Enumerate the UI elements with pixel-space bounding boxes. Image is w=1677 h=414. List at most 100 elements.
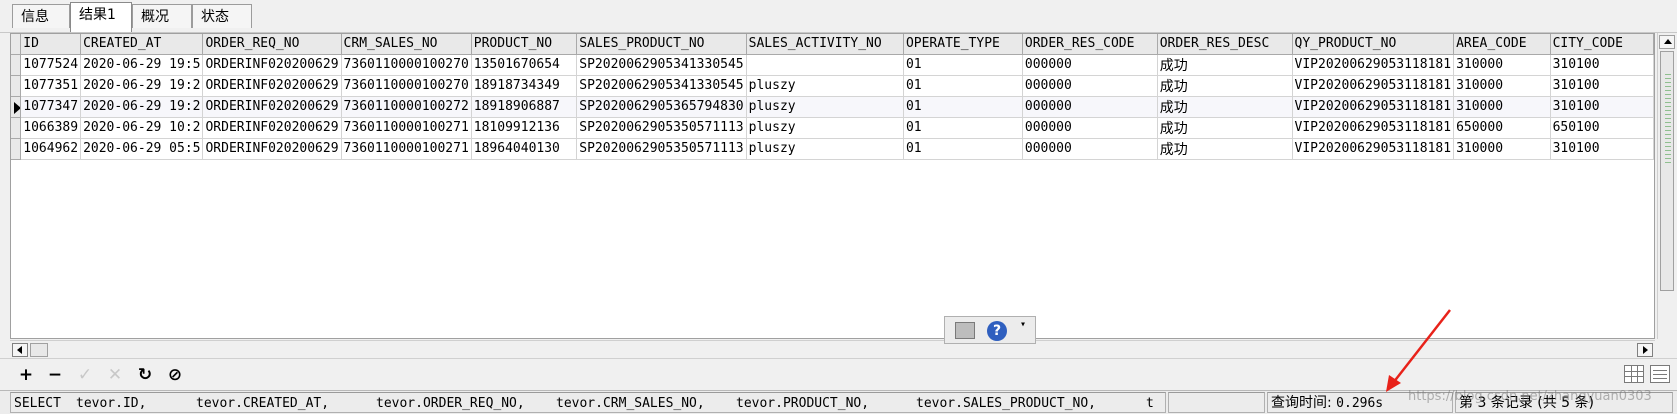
table-cell[interactable]: 310100	[1550, 75, 1654, 97]
table-cell[interactable]: 2020-06-29 19:5	[80, 54, 204, 76]
table-cell[interactable]: 000000	[1022, 117, 1158, 139]
printer-icon[interactable]	[955, 322, 975, 339]
table-row[interactable]: 1077347 2020-06-29 19:2 ORDERINF020200629 7…	[11, 96, 1654, 118]
table-cell[interactable]: 1077351	[20, 75, 82, 97]
help-icon[interactable]: ?	[987, 321, 1007, 341]
stop-icon[interactable]: ⊘	[165, 365, 185, 385]
grid-view-icon[interactable]	[1624, 365, 1644, 383]
table-cell[interactable]: 2020-06-29 05:5	[80, 138, 204, 160]
table-cell[interactable]: 01	[903, 96, 1023, 118]
table-row[interactable]: 1066389 2020-06-29 10:2 ORDERINF020200629 7…	[11, 117, 1654, 139]
table-cell[interactable]: 18109912136	[471, 117, 578, 139]
remove-icon[interactable]: −	[45, 365, 65, 385]
table-cell[interactable]: 000000	[1022, 138, 1158, 160]
table-cell[interactable]: SP2020062905350571113	[576, 138, 747, 160]
apply-icon[interactable]: ✓	[75, 365, 95, 385]
table-cell[interactable]: SP2020062905365794830	[576, 96, 747, 118]
column-header[interactable]: OPERATE_TYPE	[903, 34, 1023, 55]
table-cell[interactable]: 310100	[1550, 138, 1654, 160]
table-cell[interactable]: VIP20200629053118181	[1292, 75, 1455, 97]
table-cell[interactable]: VIP20200629053118181	[1292, 117, 1455, 139]
table-cell[interactable]: SP2020062905341330545	[576, 54, 747, 76]
table-cell[interactable]: 310100	[1550, 96, 1654, 118]
add-icon[interactable]: +	[16, 365, 36, 385]
table-cell[interactable]: SP2020062905341330545	[576, 75, 747, 97]
table-cell[interactable]: 18918734349	[471, 75, 578, 97]
tab-status[interactable]: 状态	[192, 4, 252, 28]
table-cell[interactable]: 310100	[1550, 54, 1654, 76]
table-cell[interactable]: 2020-06-29 19:2	[80, 75, 204, 97]
table-cell[interactable]: ORDERINF020200629	[202, 117, 342, 139]
table-cell[interactable]: 310000	[1453, 96, 1551, 118]
table-row[interactable]: 1064962 2020-06-29 05:5 ORDERINF020200629 7…	[11, 138, 1654, 160]
table-cell[interactable]: VIP20200629053118181	[1292, 96, 1455, 118]
column-header[interactable]: PRODUCT_NO	[471, 34, 578, 55]
table-cell[interactable]: 18918906887	[471, 96, 578, 118]
table-cell[interactable]: 01	[903, 75, 1023, 97]
table-cell[interactable]: SP2020062905350571113	[576, 117, 747, 139]
column-header[interactable]: AREA_CODE	[1453, 34, 1551, 55]
table-cell[interactable]: 01	[903, 138, 1023, 160]
table-cell[interactable]: 7360110000100271	[341, 117, 472, 139]
table-cell[interactable]: 成功	[1157, 117, 1293, 139]
horizontal-scrollbar[interactable]	[10, 340, 1655, 358]
form-view-icon[interactable]	[1650, 365, 1670, 383]
table-cell[interactable]: 000000	[1022, 54, 1158, 76]
table-cell[interactable]	[746, 54, 904, 76]
vertical-scrollbar[interactable]	[1657, 33, 1676, 339]
refresh-icon[interactable]: ↻	[135, 365, 155, 385]
row-header[interactable]	[11, 54, 22, 76]
table-cell[interactable]: 1064962	[20, 138, 82, 160]
table-cell[interactable]: ORDERINF020200629	[202, 54, 342, 76]
column-header[interactable]: ORDER_RES_CODE	[1022, 34, 1158, 55]
table-cell[interactable]: 310000	[1453, 54, 1551, 76]
table-row[interactable]: 1077524 2020-06-29 19:5 ORDERINF020200629 7…	[11, 54, 1654, 76]
table-cell[interactable]: 650000	[1453, 117, 1551, 139]
tab-info[interactable]: 信息	[12, 4, 70, 28]
table-cell[interactable]: 7360110000100270	[341, 54, 472, 76]
result-grid[interactable]: ID CREATED_AT ORDER_REQ_NO CRM_SALES_NO …	[10, 33, 1655, 339]
scroll-up-button[interactable]	[1659, 35, 1675, 49]
column-header[interactable]: SALES_ACTIVITY_NO	[746, 34, 904, 55]
table-cell[interactable]: ORDERINF020200629	[202, 75, 342, 97]
table-cell[interactable]: ORDERINF020200629	[202, 96, 342, 118]
discard-icon[interactable]: ✕	[105, 365, 125, 385]
table-cell[interactable]: 2020-06-29 10:2	[80, 117, 204, 139]
column-header[interactable]: ORDER_RES_DESC	[1157, 34, 1293, 55]
scroll-left-button[interactable]	[12, 343, 28, 357]
column-header[interactable]: ORDER_REQ_NO	[202, 34, 342, 55]
table-cell[interactable]: 2020-06-29 19:2	[80, 96, 204, 118]
column-header[interactable]: CITY_CODE	[1550, 34, 1654, 55]
tab-result1[interactable]: 结果1	[70, 2, 132, 32]
table-cell[interactable]: 7360110000100272	[341, 96, 472, 118]
table-cell[interactable]: 01	[903, 117, 1023, 139]
row-header[interactable]	[11, 117, 22, 139]
table-cell[interactable]: 13501670654	[471, 54, 578, 76]
table-cell[interactable]: 成功	[1157, 75, 1293, 97]
table-cell[interactable]: pluszy	[746, 96, 904, 118]
table-cell[interactable]: pluszy	[746, 117, 904, 139]
column-header[interactable]: SALES_PRODUCT_NO	[576, 34, 747, 55]
table-cell[interactable]: 310000	[1453, 138, 1551, 160]
table-cell[interactable]: 成功	[1157, 54, 1293, 76]
table-cell[interactable]: 01	[903, 54, 1023, 76]
table-cell[interactable]: 1077347	[20, 96, 82, 118]
table-cell[interactable]: 7360110000100271	[341, 138, 472, 160]
row-header[interactable]	[11, 138, 22, 160]
table-cell[interactable]: 成功	[1157, 96, 1293, 118]
table-cell[interactable]: ORDERINF020200629	[202, 138, 342, 160]
column-header[interactable]: QY_PRODUCT_NO	[1292, 34, 1455, 55]
table-cell[interactable]: VIP20200629053118181	[1292, 54, 1455, 76]
row-header[interactable]	[11, 75, 22, 97]
table-cell[interactable]: 18964040130	[471, 138, 578, 160]
table-cell[interactable]: 000000	[1022, 75, 1158, 97]
table-cell[interactable]: 成功	[1157, 138, 1293, 160]
table-cell[interactable]: 7360110000100270	[341, 75, 472, 97]
table-cell[interactable]: pluszy	[746, 75, 904, 97]
scroll-right-button[interactable]	[1637, 343, 1653, 357]
column-header[interactable]: ID	[20, 34, 82, 55]
table-cell[interactable]: VIP20200629053118181	[1292, 138, 1455, 160]
table-cell[interactable]: 000000	[1022, 96, 1158, 118]
tab-overview[interactable]: 概况	[132, 4, 192, 28]
table-cell[interactable]: 1066389	[20, 117, 82, 139]
